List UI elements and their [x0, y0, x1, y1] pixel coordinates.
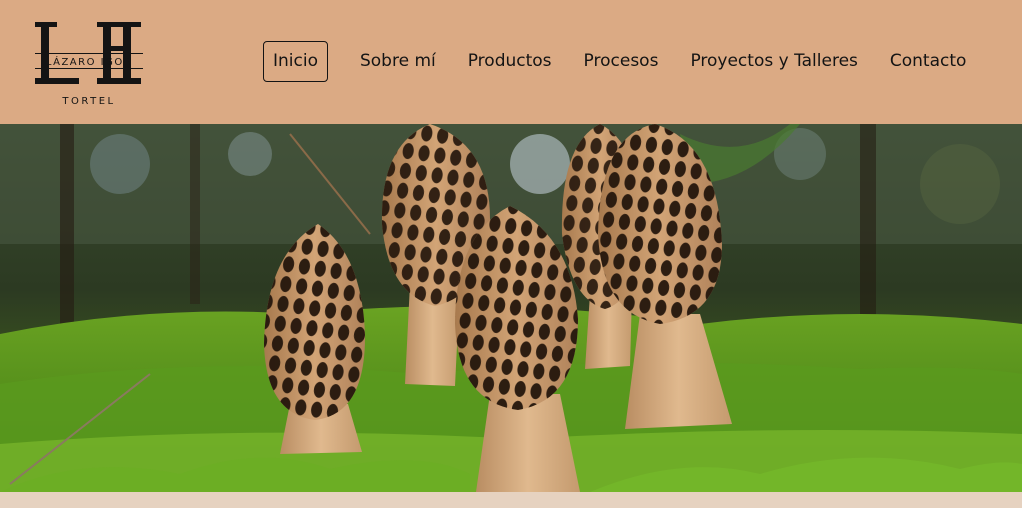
- section-divider: [0, 492, 1022, 508]
- nav-item-contacto[interactable]: Contacto: [890, 41, 967, 82]
- nav-item-procesos[interactable]: Procesos: [584, 41, 659, 82]
- morel-mushrooms-photo: [0, 124, 1022, 492]
- site-logo[interactable]: LÁZARO IGOR TORTEL: [31, 18, 147, 108]
- main-nav: Inicio Sobre mí Productos Procesos Proye…: [263, 41, 966, 82]
- nav-item-inicio[interactable]: Inicio: [263, 41, 328, 82]
- logo-mark: LÁZARO IGOR TORTEL: [35, 22, 143, 107]
- hero-image: [0, 124, 1022, 492]
- nav-item-proyectos-talleres[interactable]: Proyectos y Talleres: [690, 41, 857, 82]
- logo-surname: TORTEL: [61, 96, 115, 107]
- nav-item-sobre-mi[interactable]: Sobre mí: [360, 41, 436, 82]
- nav-item-productos[interactable]: Productos: [468, 41, 552, 82]
- site-header: LÁZARO IGOR TORTEL Inicio Sobre mí Produ…: [0, 0, 1022, 124]
- logo-name-line: LÁZARO IGOR: [46, 55, 132, 68]
